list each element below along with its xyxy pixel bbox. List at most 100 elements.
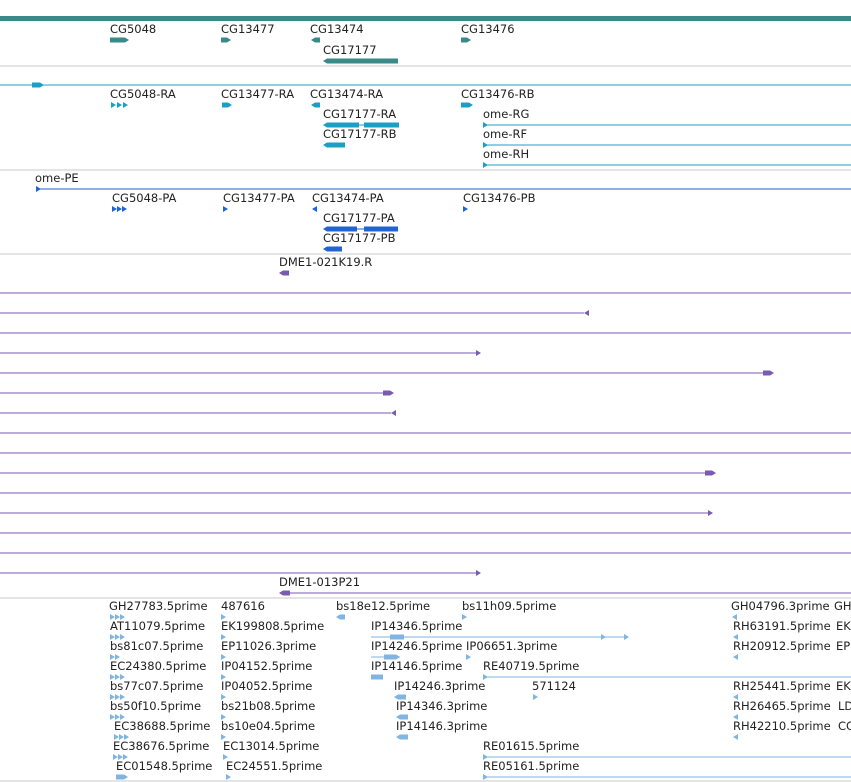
est-label[interactable]: EK199808.5prime — [221, 620, 324, 633]
est-label[interactable]: EC38676.5prime — [113, 740, 209, 753]
clone-end — [763, 370, 774, 376]
est-label[interactable]: IP14146.3prime — [396, 720, 487, 733]
est-label[interactable]: RH26465.5prime — [733, 700, 831, 713]
est-label[interactable]: EC38688.5prime — [114, 720, 210, 733]
est-label[interactable]: EK — [836, 680, 851, 693]
protein-label[interactable]: CG13476-PB — [463, 192, 536, 205]
protein-label[interactable]: CG5048-PA — [112, 192, 176, 205]
est-label[interactable]: RH20912.5prime — [733, 640, 831, 653]
transcript-label[interactable]: CG5048-RA — [110, 88, 176, 101]
est-label[interactable]: 571124 — [532, 680, 576, 693]
est-label[interactable]: CC — [838, 720, 851, 733]
feature-arrow — [733, 734, 738, 740]
clone-end — [476, 570, 481, 576]
gene-glyph — [110, 37, 129, 43]
est-label[interactable]: EK — [836, 620, 851, 633]
est-label[interactable]: IP04152.5prime — [221, 660, 312, 673]
est-label[interactable]: bs77c07.5prime — [110, 680, 203, 693]
est-label[interactable]: EC24551.5prime — [226, 760, 322, 773]
est-label[interactable]: bs50f10.5prime — [110, 700, 201, 713]
gene-label[interactable]: CG13477 — [221, 23, 275, 36]
est-label[interactable]: bs81c07.5prime — [110, 640, 203, 653]
transcript-label[interactable]: ome-RF — [483, 128, 527, 141]
est-label[interactable]: EC01548.5prime — [116, 760, 212, 773]
est-label[interactable]: EC13014.5prime — [223, 740, 319, 753]
feature-arrow — [112, 206, 117, 212]
feature-arrow — [123, 102, 128, 108]
est-label[interactable]: bs11h09.5prime — [462, 600, 556, 613]
transcript-glyph — [222, 102, 232, 108]
protein-glyph — [323, 246, 342, 252]
transcript-label[interactable]: CG17177-RB — [323, 128, 397, 141]
est-label[interactable]: IP14246.3prime — [394, 680, 485, 693]
est-label[interactable]: RH25441.5prime — [733, 680, 831, 693]
est-label[interactable]: bs21b08.5prime — [221, 700, 315, 713]
feature-arrow — [117, 102, 122, 108]
transcript-label[interactable]: CG13477-RA — [221, 88, 294, 101]
transcript-label[interactable]: ome-RG — [483, 108, 529, 121]
feature-arrow — [483, 162, 488, 168]
feature-arrow — [223, 206, 228, 212]
gene-label[interactable]: CG13474 — [310, 23, 364, 36]
est-label[interactable]: EC24380.5prime — [110, 660, 206, 673]
protein-label[interactable]: CG17177-PA — [323, 212, 395, 225]
transcript-label[interactable]: CG13476-RB — [461, 88, 535, 101]
gene-glyph — [221, 37, 231, 43]
transcript-glyph — [323, 142, 345, 148]
feature-arrow — [733, 654, 738, 660]
est-label[interactable]: RH42210.5prime — [733, 720, 831, 733]
est-label[interactable]: GH04796.3prime — [731, 600, 830, 613]
clone-end — [584, 310, 589, 316]
est-label[interactable]: RE40719.5prime — [483, 660, 579, 673]
genome-browser-track-panel: CG5048 CG13477 CG13474 CG13476 CG17177 C… — [0, 0, 851, 782]
est-label[interactable]: GH27783.5prime — [109, 600, 208, 613]
est-label[interactable]: IP14146.5prime — [371, 660, 462, 673]
est-label[interactable]: EP11026.3prime — [221, 640, 316, 653]
transcript-glyph — [461, 102, 473, 108]
clone-end — [476, 350, 481, 356]
est-label[interactable]: bs10e04.5prime — [221, 720, 315, 733]
clone-end — [708, 510, 713, 516]
est-label[interactable]: LD — [838, 700, 851, 713]
est-label[interactable]: IP04052.5prime — [221, 680, 312, 693]
est-label[interactable]: IP14246.5prime — [371, 640, 462, 653]
gene-label[interactable]: CG13476 — [461, 23, 515, 36]
transcript-label[interactable]: ome-RH — [483, 148, 529, 161]
clone-glyph — [279, 270, 289, 276]
est-glyph — [371, 674, 383, 680]
feature-arrow — [36, 186, 41, 192]
protein-label[interactable]: CG13474-PA — [312, 192, 384, 205]
feature-arrow — [466, 654, 471, 660]
gene-label[interactable]: CG17177 — [323, 44, 377, 57]
protein-label[interactable]: ome-PE — [35, 172, 79, 185]
est-glyph — [116, 774, 128, 780]
clone-label[interactable]: DME1-013P21 — [279, 576, 360, 589]
transcript-label[interactable]: CG13474-RA — [310, 88, 383, 101]
clone-end — [383, 390, 394, 396]
est-label[interactable]: IP14346.5prime — [371, 620, 462, 633]
feature-arrow — [111, 102, 116, 108]
est-label[interactable]: bs18e12.5prime — [336, 600, 430, 613]
est-label[interactable]: RE05161.5prime — [483, 760, 579, 773]
feature-arrow — [117, 206, 122, 212]
transcript-label[interactable]: CG17177-RA — [323, 108, 396, 121]
est-label[interactable]: AT11079.5prime — [110, 620, 205, 633]
gene-glyph — [323, 58, 398, 64]
est-label[interactable]: IP14346.3prime — [396, 700, 487, 713]
feature-arrow — [463, 206, 468, 212]
transcript-glyph — [32, 82, 44, 88]
est-glyph — [336, 614, 345, 620]
gene-label[interactable]: CG5048 — [110, 23, 156, 36]
clone-label[interactable]: DME1-021K19.R — [279, 256, 372, 269]
est-label[interactable]: RH63191.5prime — [733, 620, 831, 633]
feature-arrow — [312, 206, 317, 212]
est-label[interactable]: IP06651.3prime — [466, 640, 557, 653]
feature-arrow — [226, 774, 231, 780]
feature-arrow — [462, 614, 467, 620]
protein-label[interactable]: CG17177-PB — [323, 232, 396, 245]
est-label[interactable]: EP — [836, 640, 850, 653]
est-label[interactable]: GH — [834, 600, 851, 613]
est-label[interactable]: 487616 — [221, 600, 265, 613]
protein-label[interactable]: CG13477-PA — [223, 192, 295, 205]
est-label[interactable]: RE01615.5prime — [483, 740, 579, 753]
